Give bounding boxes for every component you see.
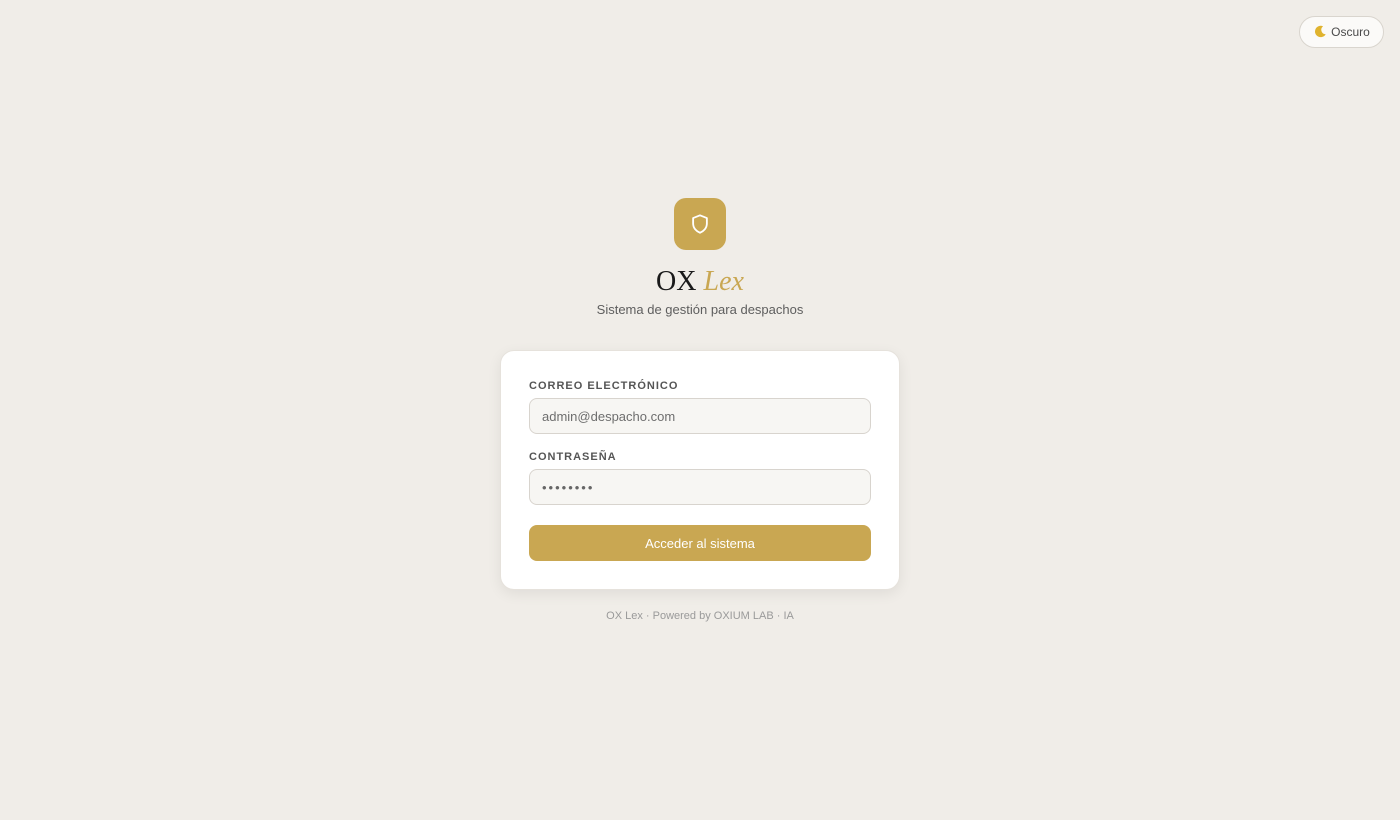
email-input[interactable]: [529, 398, 871, 434]
shield-icon: [692, 214, 708, 234]
moon-icon: [1315, 25, 1326, 38]
theme-toggle-button[interactable]: Oscuro: [1299, 16, 1384, 48]
password-input[interactable]: [529, 469, 871, 505]
footer-text: OX Lex · Powered by OXIUM LAB · IA: [606, 610, 794, 622]
theme-toggle-label: Oscuro: [1331, 25, 1370, 39]
brand-header: OX Lex Sistema de gestión para despachos: [0, 198, 1400, 317]
brand-subtitle: Sistema de gestión para despachos: [596, 302, 804, 317]
password-label: CONTRASEÑA: [529, 451, 617, 463]
login-card: CORREO ELECTRÓNICO CONTRASEÑA Acceder al…: [500, 350, 900, 590]
brand-name: OX Lex: [656, 266, 744, 298]
logo: [674, 198, 726, 250]
login-submit-button[interactable]: Acceder al sistema: [529, 525, 871, 561]
login-page: Oscuro OX Lex Sistema de gestión para de…: [0, 0, 1400, 820]
brand-name-accent: Lex: [703, 266, 744, 297]
email-label: CORREO ELECTRÓNICO: [529, 380, 679, 392]
brand-name-primary: OX: [656, 266, 697, 297]
